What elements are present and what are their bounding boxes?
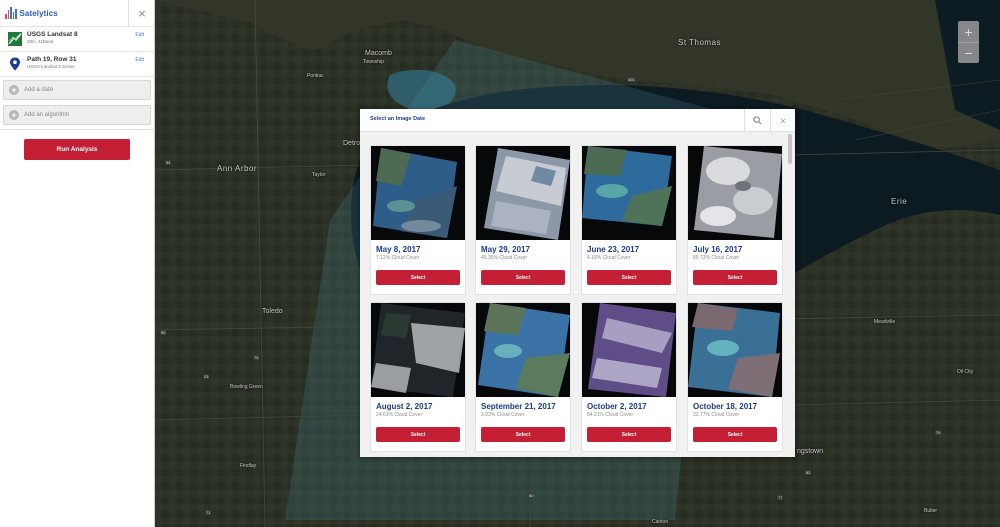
add-date-button[interactable]: + Add a date bbox=[3, 80, 151, 100]
zoom-in-button[interactable]: + bbox=[958, 21, 979, 42]
select-button[interactable]: Select bbox=[376, 427, 460, 442]
highway-shield-90: 90 bbox=[160, 330, 167, 335]
map-label-findlay: Findlay bbox=[240, 463, 257, 469]
map-label-st-thomas: St Thomas bbox=[678, 38, 722, 47]
image-grid[interactable]: May 8, 2017 7.12% Cloud Cover Select May… bbox=[360, 132, 795, 457]
location-item[interactable]: Path 19, Row 31 USGS Landsat 8 Scene Edi… bbox=[0, 52, 154, 77]
brand-bar: Satelytics × bbox=[0, 0, 154, 27]
scene-thumbnail bbox=[582, 303, 676, 397]
image-card[interactable]: October 18, 2017 32.77% Cloud Cover Sele… bbox=[687, 302, 783, 452]
scene-thumbnail bbox=[688, 146, 782, 240]
select-button[interactable]: Select bbox=[587, 270, 671, 285]
image-card[interactable]: May 8, 2017 7.12% Cloud Cover Select bbox=[370, 145, 466, 295]
select-button[interactable]: Select bbox=[693, 427, 777, 442]
highway-shield-401: 401 bbox=[627, 77, 636, 82]
scene-thumbnail bbox=[582, 146, 676, 240]
cloud-cover: 7.12% Cloud Cover bbox=[376, 255, 420, 261]
highway-shield-23: 23 bbox=[203, 374, 210, 379]
map-label-meadville: Meadville bbox=[874, 319, 896, 325]
highway-shield-79: 79 bbox=[935, 430, 942, 435]
scene-thumbnail bbox=[476, 146, 570, 240]
map-label-toledo: Toledo bbox=[262, 308, 283, 315]
select-button[interactable]: Select bbox=[693, 270, 777, 285]
highway-shield-62: 62 bbox=[805, 470, 812, 475]
close-sidebar-button[interactable]: × bbox=[128, 0, 155, 27]
image-card[interactable]: September 21, 2017 2.93% Cloud Cover Sel… bbox=[475, 302, 571, 452]
add-algorithm-button[interactable]: + Add an algorithm bbox=[3, 105, 151, 125]
map-pin-icon bbox=[10, 57, 20, 71]
zoom-out-button[interactable]: − bbox=[958, 42, 979, 63]
highway-shield-80: 80 bbox=[528, 493, 535, 498]
select-button[interactable]: Select bbox=[587, 427, 671, 442]
cloud-cover: 45.35% Cloud Cover bbox=[481, 255, 528, 261]
map-label-youngstown: ngstown bbox=[797, 448, 824, 455]
modal-close-button[interactable]: × bbox=[770, 109, 795, 132]
scene-thumbnail bbox=[371, 146, 465, 240]
map-label-macomb-township: Township bbox=[363, 59, 384, 65]
cloud-cover: 2.93% Cloud Cover bbox=[481, 412, 525, 418]
image-date: May 8, 2017 bbox=[376, 245, 421, 254]
edit-sensor-link[interactable]: Edit bbox=[135, 32, 144, 38]
add-algorithm-label: Add an algorithm bbox=[24, 112, 70, 118]
modal-search-button[interactable] bbox=[744, 109, 770, 132]
image-date: October 18, 2017 bbox=[693, 402, 758, 411]
scene-thumbnail bbox=[688, 303, 782, 397]
image-date: September 21, 2017 bbox=[481, 402, 556, 411]
map-label-canton: Canton bbox=[652, 519, 669, 525]
cloud-cover: 89.73% Cloud Cover bbox=[693, 255, 740, 261]
select-button[interactable]: Select bbox=[376, 270, 460, 285]
map-label-butler: Butler bbox=[924, 508, 938, 514]
image-card[interactable]: May 29, 2017 45.35% Cloud Cover Select bbox=[475, 145, 571, 295]
map-label-oil-city: Oil City bbox=[957, 369, 974, 375]
sensor-item[interactable]: USGS Landsat 8 30m, 11Band Edit bbox=[0, 27, 154, 52]
image-card[interactable]: July 16, 2017 89.73% Cloud Cover Select bbox=[687, 145, 783, 295]
add-date-label: Add a date bbox=[24, 87, 54, 93]
map-label-macomb: Macomb bbox=[365, 50, 392, 57]
run-analysis-button[interactable]: Run Analysis bbox=[24, 139, 130, 160]
cloud-cover: 24.61% Cloud Cover bbox=[376, 412, 423, 418]
image-card[interactable]: June 23, 2017 4.18% Cloud Cover Select bbox=[581, 145, 677, 295]
highway-shield-75: 75 bbox=[253, 355, 260, 360]
scene-thumbnail bbox=[371, 303, 465, 397]
sensor-subtitle: 30m, 11Band bbox=[27, 39, 54, 44]
satelytics-logo-icon bbox=[5, 7, 17, 19]
image-date: July 16, 2017 bbox=[693, 245, 743, 254]
modal-scrollbar[interactable] bbox=[788, 134, 792, 164]
map-label-taylor: Taylor bbox=[312, 172, 326, 178]
zoom-control: + − bbox=[958, 21, 979, 63]
image-date: August 2, 2017 bbox=[376, 402, 433, 411]
image-date-modal: Select an Image Date × May 8, 2017 7.12%… bbox=[360, 109, 795, 457]
sidebar: Satelytics × USGS Landsat 8 30m, 11Band … bbox=[0, 0, 155, 527]
highway-shield-94: 94 bbox=[165, 160, 172, 165]
map-label-pontiac: Pontiac bbox=[307, 73, 324, 79]
map-label-erie: Erie bbox=[891, 197, 908, 206]
cloud-cover: 4.18% Cloud Cover bbox=[587, 255, 631, 261]
map-label-bowling-green: Bowling Green bbox=[230, 384, 263, 390]
select-button[interactable]: Select bbox=[481, 427, 565, 442]
brand-name: Satelytics bbox=[19, 8, 58, 18]
cloud-cover: 54.21% Cloud Cover bbox=[587, 412, 634, 418]
sidebar-divider bbox=[0, 129, 155, 130]
image-card[interactable]: October 2, 2017 54.21% Cloud Cover Selec… bbox=[581, 302, 677, 452]
select-button[interactable]: Select bbox=[481, 270, 565, 285]
modal-header: Select an Image Date × bbox=[360, 109, 795, 132]
highway-shield-71: 71 bbox=[205, 510, 212, 515]
landsat-sensor-icon bbox=[8, 32, 22, 46]
plus-icon: + bbox=[9, 85, 19, 95]
plus-icon: + bbox=[9, 110, 19, 120]
search-icon bbox=[753, 116, 762, 125]
edit-location-link[interactable]: Edit bbox=[135, 57, 144, 63]
modal-title: Select an Image Date bbox=[370, 116, 426, 122]
image-date: October 2, 2017 bbox=[587, 402, 647, 411]
location-subtitle: USGS Landsat 8 Scene bbox=[27, 64, 75, 69]
image-date: May 29, 2017 bbox=[481, 245, 530, 254]
scene-thumbnail bbox=[476, 303, 570, 397]
map-label-ann-arbor: Ann Arbor bbox=[217, 164, 258, 173]
image-card[interactable]: August 2, 2017 24.61% Cloud Cover Select bbox=[370, 302, 466, 452]
cloud-cover: 32.77% Cloud Cover bbox=[693, 412, 740, 418]
highway-shield-77: 77 bbox=[777, 495, 784, 500]
image-date: June 23, 2017 bbox=[587, 245, 640, 254]
